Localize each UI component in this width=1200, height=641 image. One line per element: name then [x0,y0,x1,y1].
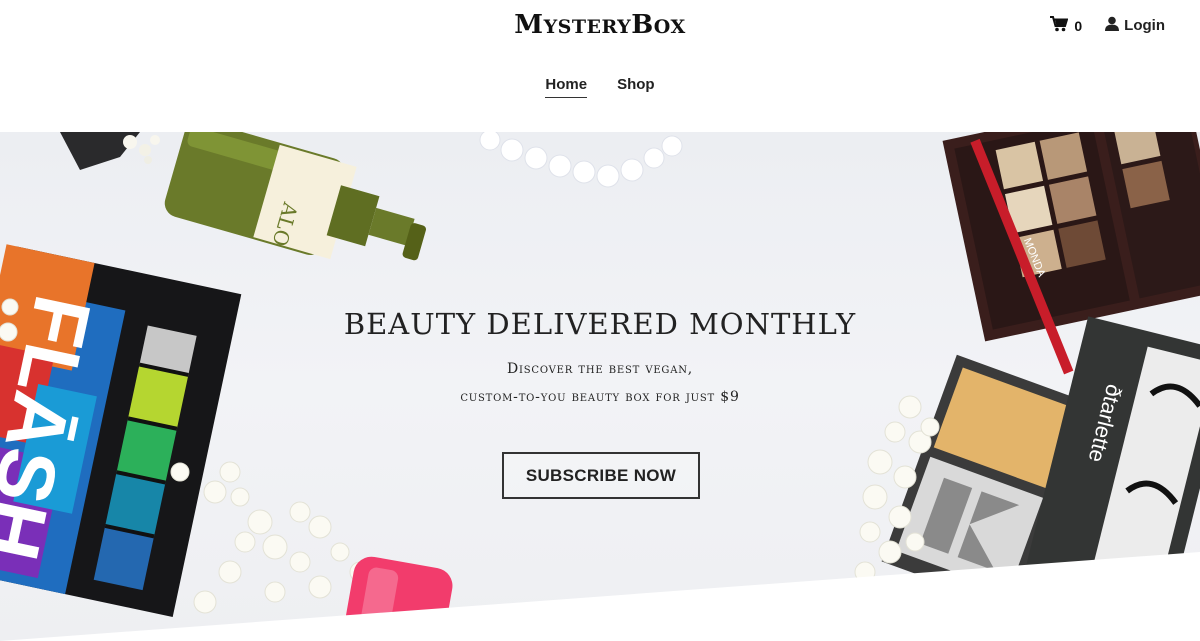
subscribe-now-button[interactable]: SUBSCRIBE NOW [502,452,700,499]
site-header: MYSTERYBOX 0 Login Home Shop [0,0,1200,132]
login-link[interactable]: Login [1104,16,1165,35]
user-icon [1104,16,1120,35]
hero-banner: ALO FLĀSH MONDA ðtarlette BEAUTY DELIVER… [0,132,1200,641]
hero-subtitle-line2: custom-to-you beauty box for just $9 [460,389,740,405]
nav-item-home[interactable]: Home [545,76,588,98]
login-label: Login [1124,17,1165,34]
nav-item-shop[interactable]: Shop [617,76,655,98]
header-actions: 0 Login [1050,16,1165,35]
main-nav: Home Shop [0,76,1200,98]
cart-link[interactable]: 0 [1050,16,1082,35]
hero-subtitle-line1: Discover the best vegan, [506,361,694,377]
cart-count: 0 [1074,17,1083,34]
brand-logo[interactable]: MYSTERYBOX [0,10,1200,40]
cart-icon [1050,16,1069,35]
hero-subtitle: Discover the best vegan, custom-to-you b… [0,355,1200,411]
hero-copy: BEAUTY DELIVERED MONTHLY Discover the be… [0,307,1200,411]
hero-title: BEAUTY DELIVERED MONTHLY [343,307,857,341]
